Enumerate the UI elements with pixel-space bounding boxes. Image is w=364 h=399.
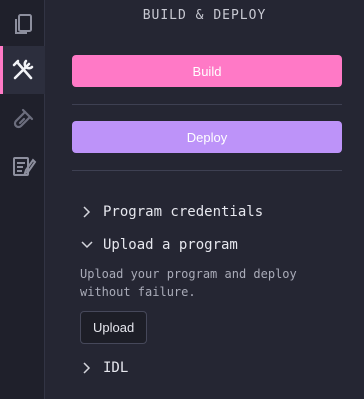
divider bbox=[72, 104, 342, 105]
test-tube-icon bbox=[13, 108, 33, 129]
activity-item-test[interactable] bbox=[0, 96, 45, 144]
section-label: IDL bbox=[103, 360, 129, 376]
upload-description: Upload your program and deploy without f… bbox=[80, 267, 297, 299]
chevron-down-icon bbox=[81, 241, 93, 249]
section-label: Program credentials bbox=[103, 204, 264, 220]
chevron-right-icon bbox=[83, 206, 91, 218]
panel-title: BUILD & DEPLOY bbox=[142, 8, 267, 23]
activity-item-explorer[interactable] bbox=[0, 0, 45, 48]
section-idl[interactable]: IDL bbox=[80, 358, 128, 378]
section-label: Upload a program bbox=[103, 237, 238, 253]
activity-item-build-deploy[interactable] bbox=[0, 46, 45, 94]
build-deploy-panel: BUILD & DEPLOY Build Deploy Program cred… bbox=[45, 0, 364, 399]
chevron-right-icon bbox=[83, 362, 91, 374]
activity-item-editor[interactable] bbox=[0, 142, 45, 190]
build-button[interactable]: Build bbox=[72, 55, 342, 87]
deploy-button[interactable]: Deploy bbox=[72, 121, 342, 153]
section-upload-program[interactable]: Upload a program bbox=[80, 235, 238, 255]
tools-icon bbox=[12, 59, 33, 80]
edit-document-icon bbox=[12, 157, 36, 176]
activity-bar bbox=[0, 0, 45, 399]
files-icon bbox=[14, 14, 32, 34]
upload-button[interactable]: Upload bbox=[80, 311, 148, 344]
divider bbox=[72, 170, 342, 171]
section-program-credentials[interactable]: Program credentials bbox=[80, 202, 263, 222]
